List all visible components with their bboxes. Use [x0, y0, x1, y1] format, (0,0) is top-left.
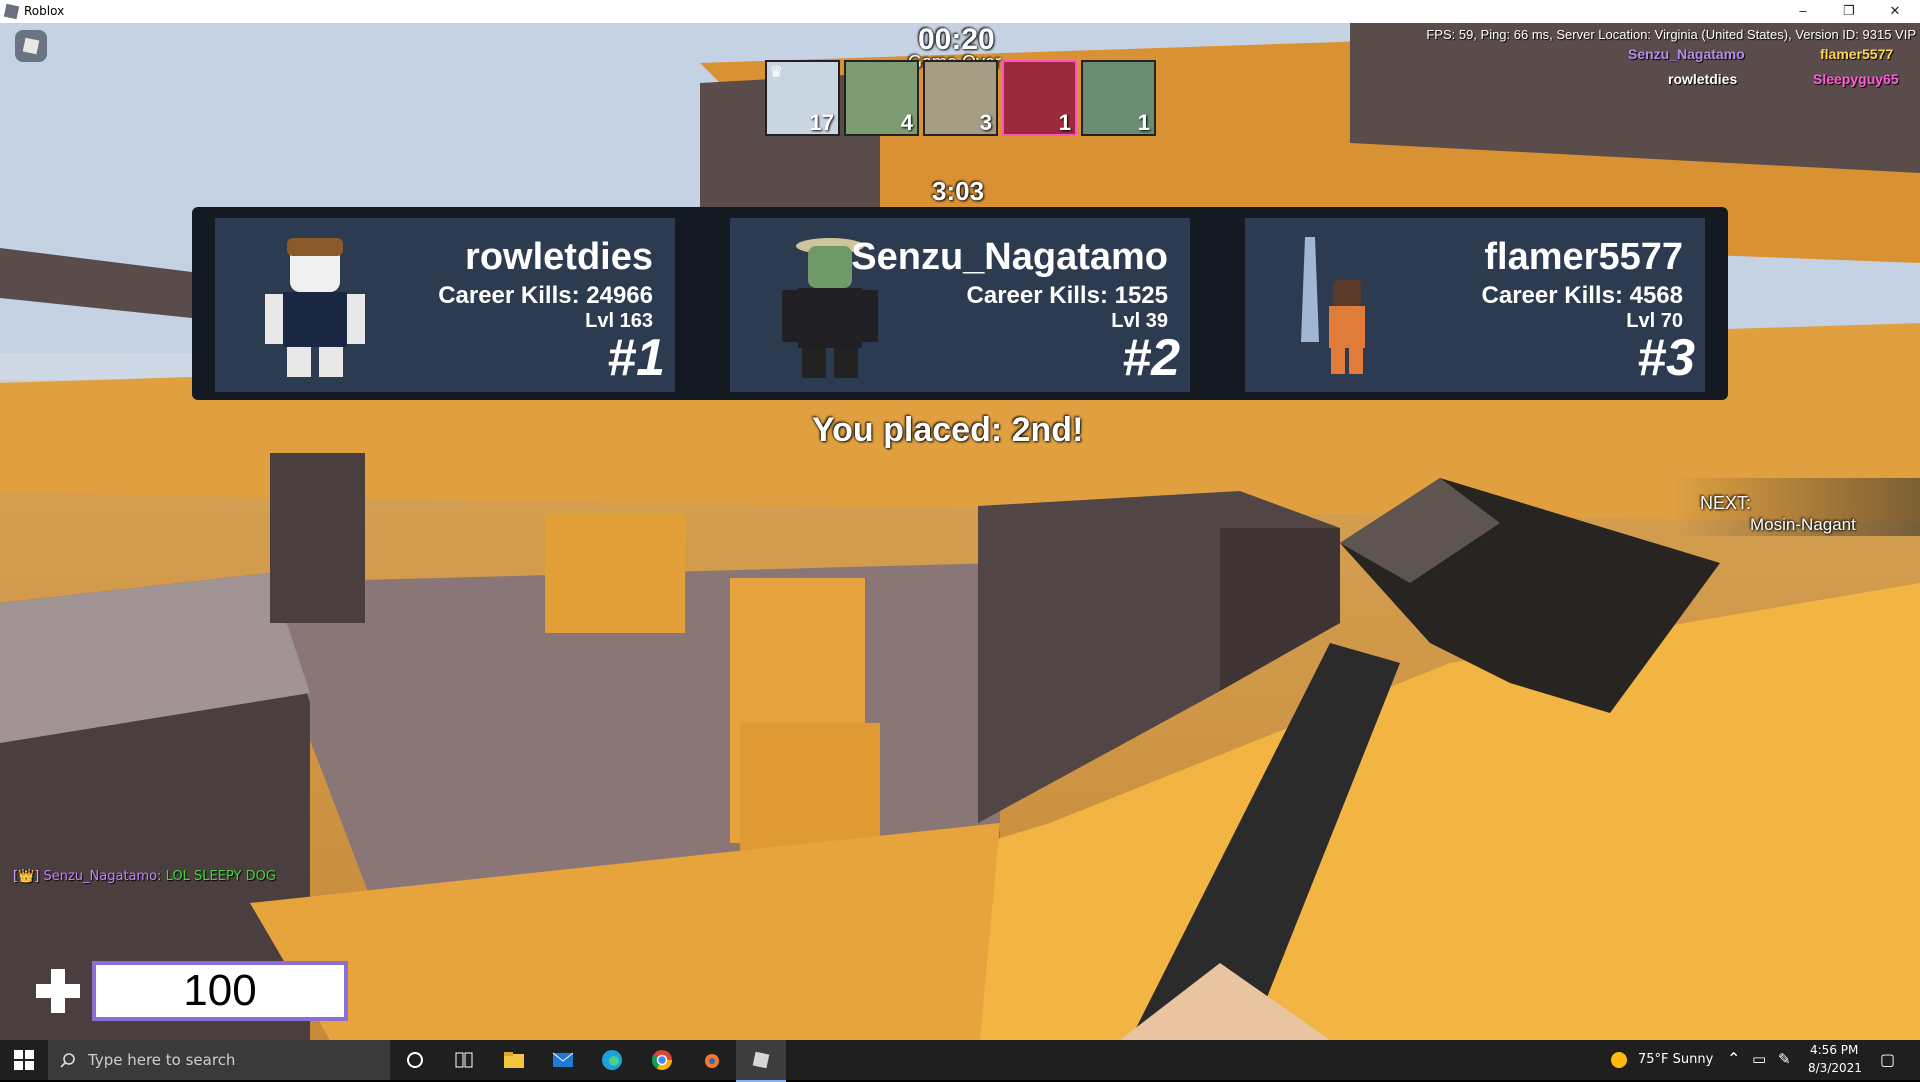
blender-icon[interactable]: [699, 1048, 723, 1072]
start-icon[interactable]: [12, 1048, 36, 1072]
roblox-icon: [752, 1051, 770, 1069]
player-portrait: 1: [1002, 60, 1077, 136]
leaderboard-rank: #3: [1637, 329, 1695, 387]
window-title-bar: Roblox – ❐ ✕: [0, 0, 1920, 24]
player-portrait: 3: [923, 60, 998, 136]
file-explorer-icon[interactable]: [502, 1048, 526, 1072]
chat-text: LOL SLEEPY DOG: [165, 869, 276, 884]
weather-text[interactable]: 75°F Sunny: [1638, 1052, 1713, 1067]
leaderboard-rank: #1: [607, 329, 665, 387]
health-plus-icon: [34, 967, 82, 1015]
tray-chevron-icon[interactable]: ⌃: [1727, 1049, 1740, 1068]
restore-button[interactable]: ❐: [1826, 0, 1872, 23]
roblox-app-icon: [3, 3, 20, 20]
player-portraits: ♛ 17 4 3 1 1: [765, 60, 1156, 136]
placement-message: You placed: 2nd!: [812, 411, 1084, 449]
roblox-taskbar-button[interactable]: [736, 1040, 786, 1082]
player-portrait: ♛ 17: [765, 60, 840, 136]
pen-icon[interactable]: ✎: [1778, 1050, 1791, 1068]
notification-icon[interactable]: ▢: [1880, 1050, 1895, 1069]
window-title: Roblox: [24, 4, 65, 18]
search-icon: [60, 1053, 75, 1068]
leaderboard-name: Senzu_Nagatamo: [851, 236, 1168, 278]
leaderboard-panel: rowletdies Career Kills: 24966 Lvl 163 #…: [192, 207, 1728, 400]
player-list-entry: Sleepyguy65: [1813, 71, 1899, 87]
search-placeholder: Type here to search: [88, 1051, 236, 1069]
clock-time[interactable]: 4:56 PM: [1810, 1043, 1858, 1057]
leaderboard-card-3: flamer5577 Career Kills: 4568 Lvl 70 #3: [1245, 218, 1705, 392]
clock-date[interactable]: 8/3/2021: [1808, 1061, 1862, 1075]
next-label: NEXT:: [1700, 493, 1752, 513]
leaderboard-career-kills: Career Kills: 4568: [1481, 282, 1683, 309]
next-weapon-name: Mosin-Nagant: [1750, 515, 1856, 534]
roblox-menu-button[interactable]: [15, 30, 47, 62]
leaderboard-card-2: Senzu_Nagatamo Career Kills: 1525 Lvl 39…: [730, 218, 1190, 392]
player-list-entry: Senzu_Nagatamo: [1628, 46, 1745, 62]
performance-stats: FPS: 59, Ping: 66 ms, Server Location: V…: [1426, 27, 1916, 42]
leaderboard-name: flamer5577: [1484, 236, 1683, 278]
leaderboard-career-kills: Career Kills: 1525: [966, 282, 1168, 309]
crown-tag: [👑]: [13, 869, 40, 884]
taskbar-search-box[interactable]: Type here to search: [48, 1040, 390, 1080]
game-viewport[interactable]: 00:20 Game Over ♛ 17 4 3 1 1 3:03 FPS: 5…: [0, 23, 1920, 1040]
chat-message: [👑] Senzu_Nagatamo: LOL SLEEPY DOG: [13, 869, 276, 884]
windows-taskbar: Type here to search 75°F Sunny ⌃ ▭ ✎ 4:5…: [0, 1040, 1920, 1082]
player-portrait: 4: [844, 60, 919, 136]
task-view-icon[interactable]: [452, 1048, 476, 1072]
player-portrait: 1: [1081, 60, 1156, 136]
leaderboard-career-kills: Career Kills: 24966: [438, 282, 653, 309]
leaderboard-rank: #2: [1122, 329, 1180, 387]
player-avatar: [265, 238, 365, 377]
weather-sun-icon[interactable]: [1607, 1048, 1631, 1072]
leaderboard-name: rowletdies: [465, 236, 653, 278]
chat-sender: Senzu_Nagatamo: [43, 869, 158, 884]
round-timer: 3:03: [932, 176, 985, 206]
player-list-entry: rowletdies: [1668, 71, 1738, 87]
minimize-button[interactable]: –: [1780, 0, 1826, 23]
chat-separator: :: [157, 869, 162, 884]
network-icon[interactable]: ▭: [1752, 1050, 1766, 1068]
mail-icon[interactable]: [551, 1048, 575, 1072]
leaderboard-card-1: rowletdies Career Kills: 24966 Lvl 163 #…: [215, 218, 675, 392]
cortana-icon[interactable]: [403, 1048, 427, 1072]
close-button[interactable]: ✕: [1872, 0, 1918, 23]
health-value: 100: [92, 961, 348, 1021]
player-list-entry: flamer5577: [1820, 46, 1894, 62]
chrome-icon[interactable]: [650, 1048, 674, 1072]
crown-icon: ♛: [769, 64, 784, 81]
player-avatar: [1301, 237, 1365, 374]
edge-icon[interactable]: [600, 1048, 624, 1072]
